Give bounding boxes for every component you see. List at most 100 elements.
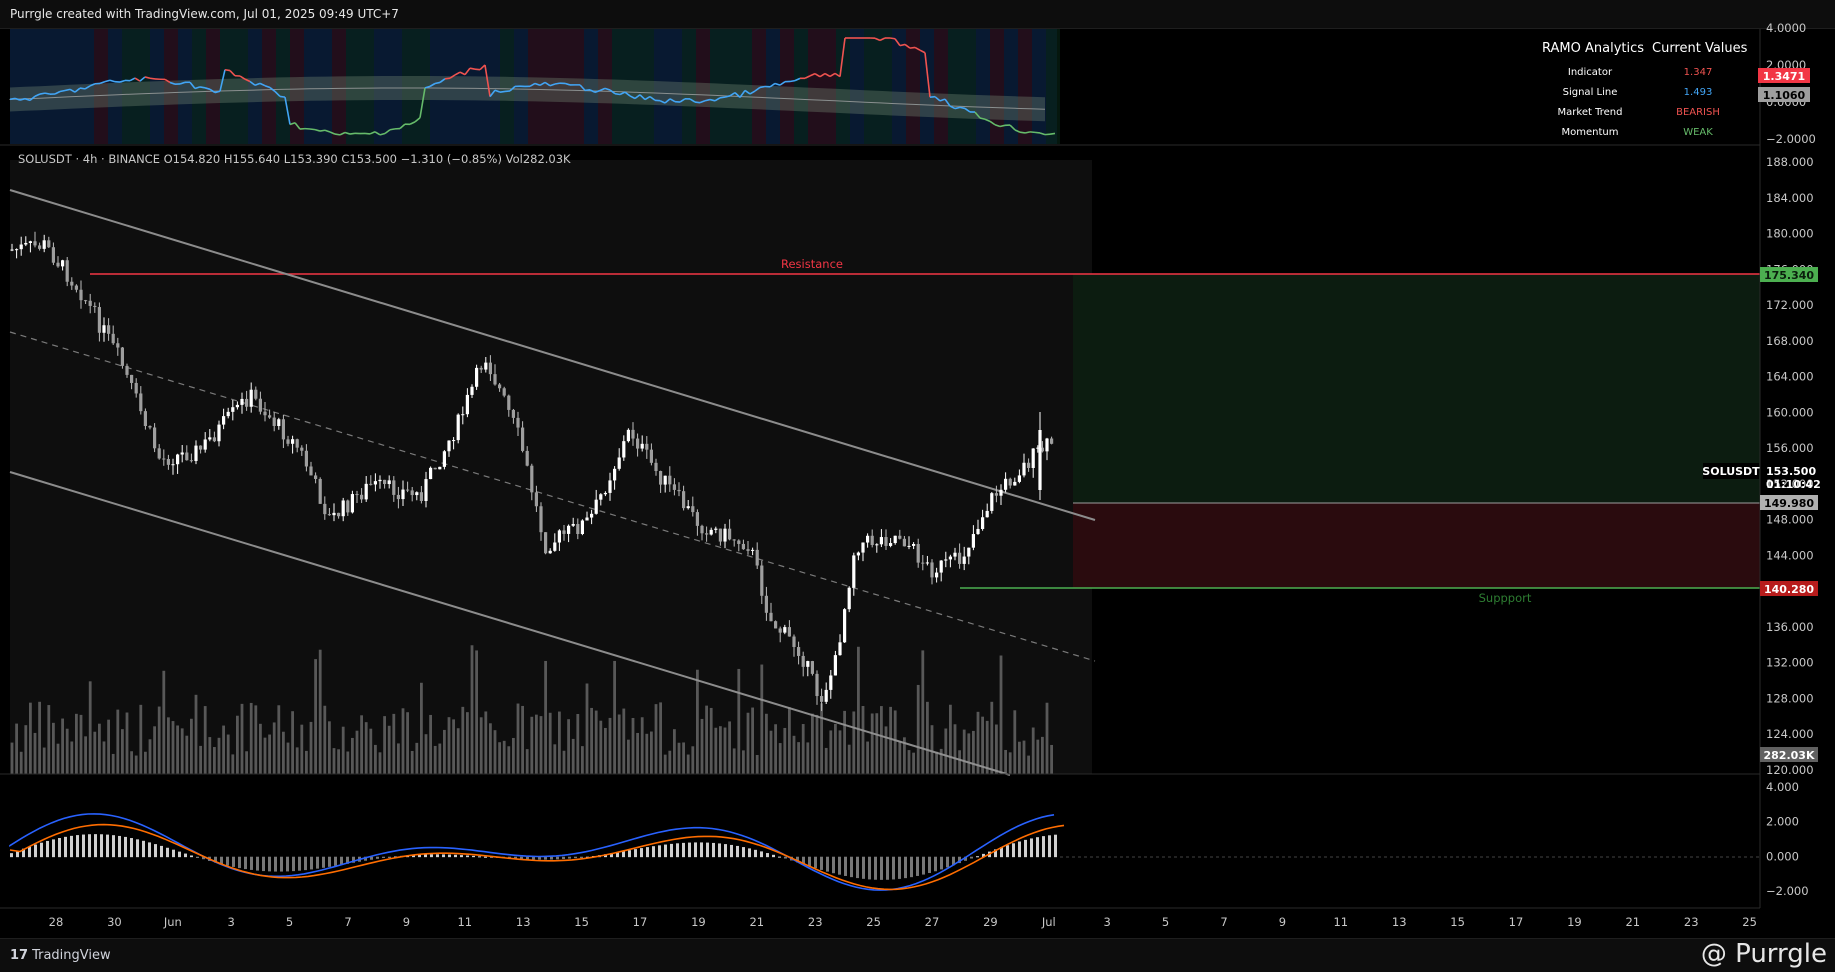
candle-body <box>940 561 943 573</box>
volume-bar <box>471 645 474 774</box>
volume-bar <box>673 729 676 774</box>
volume-bar <box>15 724 18 774</box>
indicator-segment <box>475 69 480 70</box>
candle-body <box>443 451 446 467</box>
candle-body <box>291 439 294 444</box>
candle-body <box>429 468 432 479</box>
volume-bar <box>668 751 671 774</box>
candle-body <box>599 494 602 499</box>
candle-body <box>783 627 786 633</box>
axis-tick-label: 0.000 <box>1766 849 1799 863</box>
macd-bar <box>634 849 637 857</box>
volume-bar <box>802 724 805 774</box>
volume-bar <box>107 720 110 774</box>
ramo-value: 1.493 <box>1648 87 1748 98</box>
volume-bar <box>254 705 257 774</box>
time-tick-label: 9 <box>403 915 410 929</box>
support-price-text: 140.280 <box>1764 583 1814 596</box>
volume-bar <box>829 730 832 774</box>
volume-bar <box>149 739 152 774</box>
candle-body <box>930 562 933 577</box>
candle-body <box>213 437 216 441</box>
candle-body <box>834 655 837 675</box>
volume-bar <box>622 709 625 774</box>
macd-bar <box>946 857 949 867</box>
macd-bar <box>562 857 565 859</box>
volume-bar <box>972 731 975 774</box>
macd-bar <box>904 857 907 878</box>
indicator-band <box>1018 29 1032 144</box>
volume-bar <box>388 726 391 774</box>
macd-bar <box>76 835 79 857</box>
macd-bar <box>916 857 919 876</box>
candle-body <box>558 530 561 542</box>
macd-bar <box>742 847 745 857</box>
candle-body <box>585 518 588 521</box>
volume-bar <box>517 704 520 774</box>
time-tick-label: 19 <box>691 915 706 929</box>
macd-bar <box>826 857 829 872</box>
volume-bar <box>530 717 533 774</box>
chart-canvas[interactable]: Resistance Suppport 4.00002.00000.0000−2… <box>0 0 1835 971</box>
candle-body <box>263 412 266 416</box>
macd-bar <box>922 857 925 875</box>
volume-bar <box>848 745 851 774</box>
volume-bar <box>29 703 32 774</box>
volume-bar <box>820 703 823 774</box>
candle-body <box>576 524 579 534</box>
candle-body <box>20 245 23 250</box>
axis-tick-label: 160.000 <box>1766 405 1814 419</box>
axis-tick-label: 156.000 <box>1766 441 1814 455</box>
macd-bar <box>718 843 721 857</box>
axis-tick-label: −2.0000 <box>1766 132 1816 146</box>
volume-bar <box>38 702 41 774</box>
candle-body <box>369 484 372 485</box>
tradingview-logo[interactable]: 17TradingView <box>10 948 111 963</box>
volume-bar <box>337 749 340 774</box>
volume-bar <box>356 731 359 774</box>
symbol-legend[interactable]: SOLUSDT · 4h · BINANCE O154.820 H155.640… <box>18 152 571 166</box>
volume-bar <box>935 752 938 774</box>
candle-body <box>995 493 998 496</box>
volume-bar <box>494 730 497 774</box>
candle-body <box>530 466 533 493</box>
indicator-band <box>794 29 808 144</box>
volume-bar <box>995 725 998 774</box>
candle-body <box>125 366 128 375</box>
volume-bar <box>369 729 372 774</box>
macd-bar <box>136 839 139 857</box>
chart-footer: 17TradingView @ Purrgle <box>0 938 1835 972</box>
purrgle-watermark: @ Purrgle <box>1701 939 1827 969</box>
volume-bar <box>885 726 888 774</box>
macd-bar <box>652 846 655 857</box>
macd-bar <box>262 857 265 871</box>
macd-bar <box>754 850 757 857</box>
macd-bar <box>646 847 649 857</box>
macd-bar <box>52 839 55 857</box>
volume-bar <box>66 729 69 774</box>
macd-bar <box>706 843 709 857</box>
candle-body <box>112 334 115 343</box>
macd-bar <box>694 842 697 857</box>
candle-body <box>521 428 524 451</box>
volume-bar <box>24 725 27 774</box>
volume-bar <box>411 751 414 774</box>
candle-body <box>590 514 593 518</box>
candle-body <box>1038 430 1041 490</box>
volume-bar <box>627 740 630 774</box>
volume-bar <box>121 729 124 774</box>
time-tick-label: 28 <box>49 915 64 929</box>
macd-bar <box>172 850 175 857</box>
candle-body <box>158 448 161 458</box>
candle-body <box>507 396 510 410</box>
candle-body <box>972 534 975 548</box>
indicator-segment <box>390 129 395 130</box>
volume-bar <box>903 737 906 774</box>
resistance-label: Resistance <box>781 257 843 271</box>
volume-bar <box>351 738 354 774</box>
indicator-segment <box>470 68 475 69</box>
macd-bar <box>838 857 841 875</box>
candle-body <box>323 504 326 514</box>
candle-body <box>277 419 280 426</box>
ramo-key: Market Trend <box>1530 107 1650 118</box>
